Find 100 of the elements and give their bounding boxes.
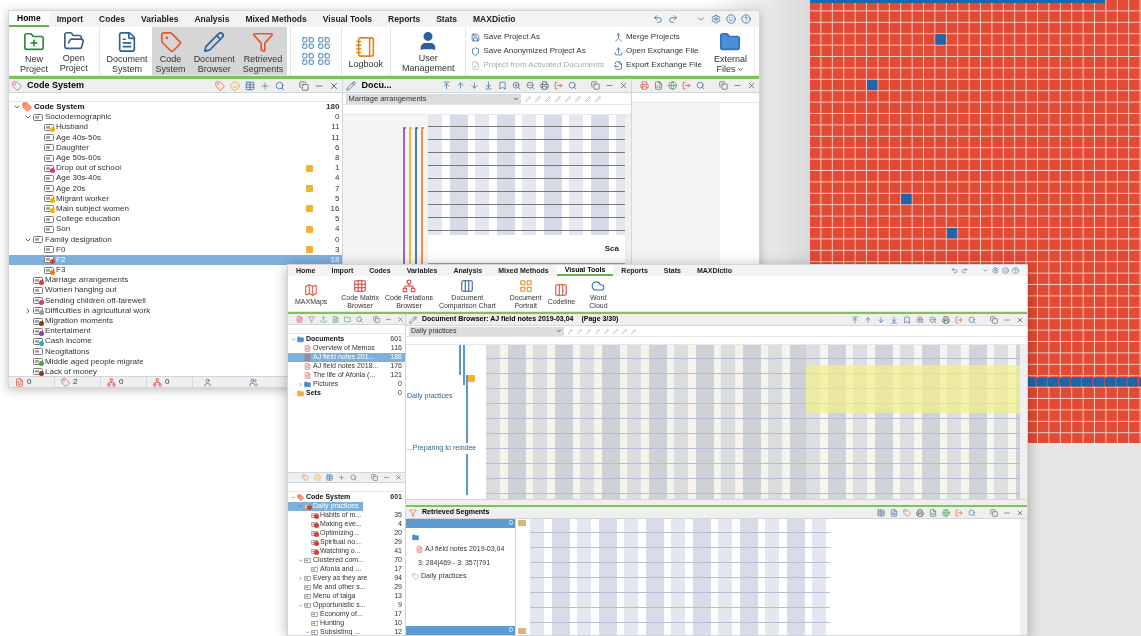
first-icon[interactable] [851, 315, 859, 324]
first-icon[interactable] [442, 81, 451, 90]
table-icon[interactable] [326, 474, 333, 481]
ribbon-tab[interactable]: Mixed Methods [237, 11, 315, 27]
tree-row[interactable]: Sending children off-farewell [9, 295, 150, 306]
close-icon[interactable] [1016, 508, 1024, 517]
last-icon[interactable] [484, 81, 493, 90]
highlighter-icon[interactable] [575, 95, 582, 102]
ribbon-tab[interactable]: Stats [428, 11, 465, 27]
ribbon-button[interactable]: Code System [151, 27, 190, 75]
search-icon[interactable] [356, 315, 363, 323]
up-icon[interactable] [864, 315, 872, 324]
close-icon[interactable] [397, 315, 404, 323]
last-icon[interactable] [890, 315, 898, 324]
ribbon-tab[interactable]: MAXDictio [465, 11, 524, 27]
excel-icon[interactable] [929, 508, 937, 517]
highlighter-icon[interactable] [595, 95, 602, 102]
undo-icon[interactable] [653, 14, 663, 24]
bookmark-icon[interactable] [903, 315, 911, 324]
memo-icon[interactable] [305, 205, 313, 213]
printer-icon[interactable] [640, 81, 649, 90]
add-icon[interactable] [260, 80, 271, 91]
zoom-in-icon[interactable] [512, 81, 521, 90]
tree-row[interactable]: Neogitations [9, 346, 94, 357]
printer-icon[interactable] [540, 81, 549, 90]
memo-icon[interactable] [305, 246, 313, 254]
printer-icon[interactable] [942, 315, 950, 324]
ribbon-tab[interactable]: Reports [380, 11, 429, 27]
tree-row[interactable]: Difficulties in agricultural work [9, 305, 155, 316]
smiley-icon[interactable] [1002, 267, 1009, 274]
highlighter-icon[interactable] [545, 95, 552, 102]
tree-row[interactable]: Cash income [9, 336, 96, 347]
close-icon[interactable] [1016, 315, 1024, 324]
tree-row[interactable]: Husband 11 [9, 122, 343, 133]
ribbon-tab[interactable]: Home [9, 11, 49, 27]
tree-row[interactable]: Women hanging out [9, 285, 121, 296]
export-icon[interactable] [955, 315, 963, 324]
tree-row[interactable]: Age 30s-40s 4 [9, 173, 343, 184]
globe-icon[interactable] [942, 508, 950, 517]
globe-icon[interactable] [668, 81, 677, 90]
ribbon-small-button[interactable]: Export Exchange File [613, 59, 702, 71]
ribbon-button[interactable]: External Files [709, 27, 751, 75]
memo-icon[interactable] [468, 375, 475, 382]
close-icon[interactable] [747, 81, 756, 90]
tree-row[interactable]: Son 4 [9, 224, 343, 235]
restore-icon[interactable] [719, 81, 728, 90]
close-icon[interactable] [329, 80, 340, 91]
ribbon-small-button[interactable]: Save Anonymized Project As [471, 45, 604, 57]
restore-icon[interactable] [373, 315, 380, 323]
down-icon[interactable] [877, 315, 885, 324]
emoji-icon[interactable] [314, 474, 321, 481]
redo-icon[interactable] [961, 267, 968, 274]
ribbon-button[interactable]: User Management [394, 27, 463, 75]
tree-row[interactable]: Main subject women 16 [9, 203, 343, 215]
memo-icon[interactable] [305, 225, 313, 233]
tree-row[interactable]: Marriage arrangements [9, 275, 133, 286]
zoom-in-icon[interactable] [916, 315, 924, 324]
ribbon-tab[interactable]: Variables [133, 11, 187, 27]
tree-row[interactable]: F0 3 [9, 244, 343, 255]
tree-row[interactable]: Middle aged people migrate [9, 356, 148, 367]
ribbon-button[interactable]: Open Project [52, 27, 96, 75]
tree-row[interactable]: Age 40s-50s 11 [9, 132, 343, 143]
highlighter-icon[interactable] [586, 328, 591, 334]
highlighter-icon[interactable] [631, 328, 636, 334]
tree-row[interactable]: Code System 180 [9, 102, 343, 113]
table-icon[interactable] [877, 508, 885, 517]
bookmark-icon[interactable] [498, 81, 507, 90]
search-icon[interactable] [696, 81, 705, 90]
tree-row[interactable]: Age 50s-60s 8 [9, 152, 343, 164]
settings-icon[interactable] [711, 14, 721, 24]
new-folder-icon[interactable] [344, 315, 351, 323]
search-icon[interactable] [568, 81, 577, 90]
redo-icon[interactable] [668, 14, 678, 24]
new-document-icon[interactable] [332, 315, 339, 323]
scrollbar[interactable] [1020, 519, 1027, 635]
undo-icon[interactable] [951, 267, 958, 274]
new-code-icon[interactable] [215, 80, 226, 91]
zoom-out-icon[interactable] [929, 315, 937, 324]
up-icon[interactable] [456, 81, 465, 90]
help-icon[interactable] [741, 14, 751, 24]
horizontal-scrollbar[interactable] [406, 499, 1027, 505]
ribbon-small-button[interactable]: Save Project As [471, 31, 604, 43]
ribbon-button[interactable]: Logbook [344, 27, 388, 75]
export-icon[interactable] [682, 81, 691, 90]
search-icon[interactable] [275, 80, 286, 91]
chevron-down-icon[interactable] [696, 14, 706, 24]
restore-icon[interactable] [371, 474, 378, 481]
memo-icon[interactable] [305, 164, 313, 172]
minimize-icon[interactable] [383, 474, 390, 481]
restore-icon[interactable] [990, 315, 998, 324]
code-icon[interactable] [302, 474, 309, 481]
excel-icon[interactable] [654, 81, 663, 90]
highlighter-icon[interactable] [565, 95, 572, 102]
highlighter-icon[interactable] [622, 328, 627, 334]
smiley-icon[interactable] [726, 14, 736, 24]
filter-icon[interactable] [308, 315, 315, 323]
restore-icon[interactable] [990, 508, 998, 517]
emoji-icon[interactable] [230, 80, 241, 91]
restore-icon[interactable] [299, 80, 310, 91]
ribbon-tab[interactable]: Codes [91, 11, 134, 27]
